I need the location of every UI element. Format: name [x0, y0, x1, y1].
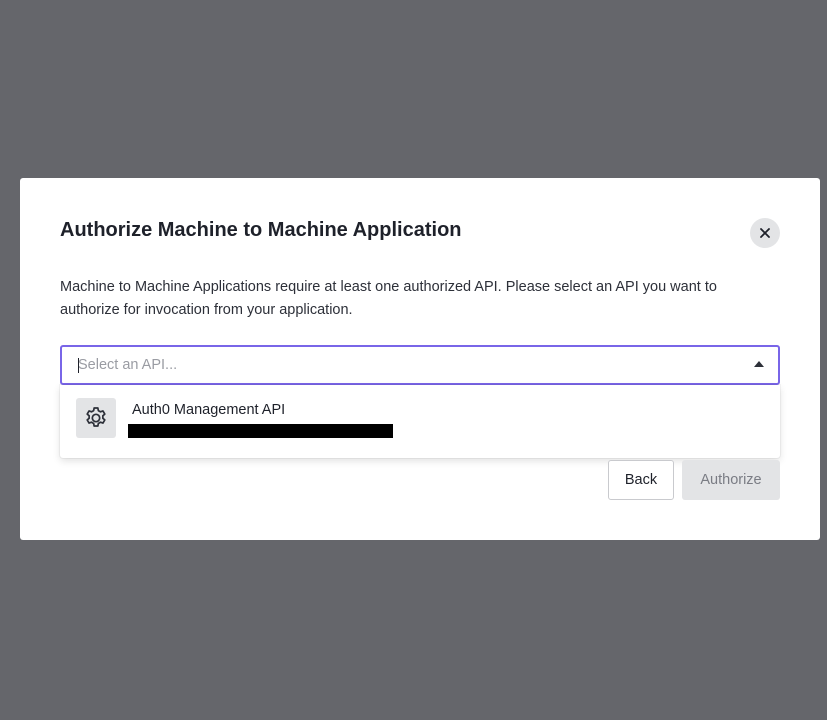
api-option-auth0-management[interactable]: Auth0 Management API	[60, 385, 780, 458]
api-options-list: Auth0 Management API	[60, 385, 780, 458]
authorize-button[interactable]: Authorize	[682, 460, 780, 500]
caret-up-icon[interactable]	[754, 361, 764, 367]
api-select[interactable]	[60, 345, 780, 385]
api-search-input[interactable]	[78, 347, 738, 383]
back-button[interactable]: Back	[608, 460, 674, 500]
api-option-name: Auth0 Management API	[132, 402, 286, 418]
close-button[interactable]	[750, 218, 780, 248]
text-cursor	[78, 358, 79, 373]
authorize-m2m-dialog: Authorize Machine to Machine Application…	[20, 178, 820, 540]
gear-icon	[76, 398, 116, 438]
close-icon	[760, 228, 770, 238]
dialog-title: Authorize Machine to Machine Application	[60, 219, 462, 241]
api-identifier-redacted	[128, 424, 393, 438]
dialog-description: Machine to Machine Applications require …	[60, 279, 717, 318]
